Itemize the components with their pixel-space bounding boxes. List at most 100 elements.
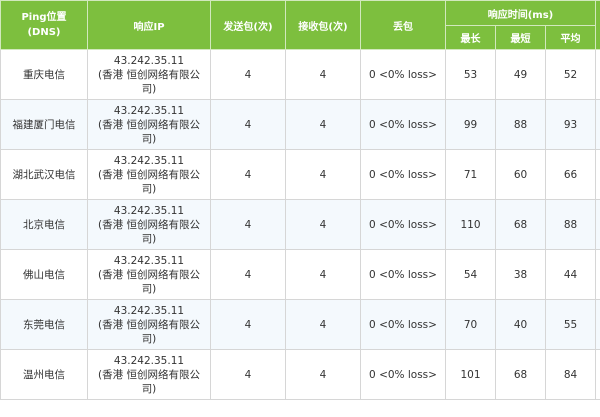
- table-row: 福建厦门电信 43.242.35.11 (香港 恒创网络有限公 司) 4 4 0…: [0, 99, 600, 150]
- cell-ip: 43.242.35.11 (香港 恒创网络有限公 司): [87, 249, 211, 300]
- cell-loss: 0 <0% loss>: [360, 249, 446, 300]
- ip-owner-line2: 司): [141, 182, 157, 195]
- ping-results-table: Ping位置 (DNS) 响应IP 发送包(次) 接收包(次) 丢包 响应时间(…: [0, 0, 600, 400]
- table-row: 北京电信 43.242.35.11 (香港 恒创网络有限公 司) 4 4 0 <…: [0, 199, 600, 250]
- cell-sent: 4: [210, 199, 286, 250]
- ip-address: 43.242.35.11: [113, 104, 185, 117]
- cell-received: 4: [285, 199, 361, 250]
- cell-ip: 43.242.35.11 (香港 恒创网络有限公 司): [87, 299, 211, 350]
- table-row: 佛山电信 43.242.35.11 (香港 恒创网络有限公 司) 4 4 0 <…: [0, 249, 600, 300]
- cell-max: 54: [445, 249, 496, 300]
- cell-max: 70: [445, 299, 496, 350]
- cell-avg: 66: [545, 149, 596, 200]
- cell-ip: 43.242.35.11 (香港 恒创网络有限公 司): [87, 99, 211, 150]
- cell-loss: 0 <0% loss>: [360, 99, 446, 150]
- ip-owner-line2: 司): [141, 332, 157, 345]
- ip-address: 43.242.35.11: [113, 354, 185, 367]
- ip-address: 43.242.35.11: [113, 304, 185, 317]
- cell-ip: 43.242.35.11 (香港 恒创网络有限公 司): [87, 349, 211, 400]
- cell-received: 4: [285, 249, 361, 300]
- ip-owner-line1: (香港 恒创网络有限公: [98, 168, 200, 181]
- header-loss: 丢包: [360, 0, 446, 50]
- header-sent: 发送包(次): [210, 0, 286, 50]
- cell-location: 湖北武汉电信: [0, 149, 88, 200]
- cell-loss: 0 <0% loss>: [360, 349, 446, 400]
- table-row: 湖北武汉电信 43.242.35.11 (香港 恒创网络有限公 司) 4 4 0…: [0, 149, 600, 200]
- cell-ip: 43.242.35.11 (香港 恒创网络有限公 司): [87, 49, 211, 100]
- cell-max: 71: [445, 149, 496, 200]
- ip-owner-line1: (香港 恒创网络有限公: [98, 118, 200, 131]
- cell-avg: 88: [545, 199, 596, 250]
- cell-sent: 4: [210, 299, 286, 350]
- cell-min: 60: [495, 149, 546, 200]
- table-header: Ping位置 (DNS) 响应IP 发送包(次) 接收包(次) 丢包 响应时间(…: [0, 0, 600, 50]
- header-min: 最短: [495, 25, 546, 50]
- ip-address: 43.242.35.11: [113, 154, 185, 167]
- cell-max: 53: [445, 49, 496, 100]
- cell-extra: [595, 199, 600, 250]
- cell-avg: 84: [545, 349, 596, 400]
- table-row: 重庆电信 43.242.35.11 (香港 恒创网络有限公 司) 4 4 0 <…: [0, 49, 600, 100]
- cell-avg: 52: [545, 49, 596, 100]
- cell-extra: [595, 349, 600, 400]
- header-avg: 平均: [545, 25, 596, 50]
- ip-address: 43.242.35.11: [113, 54, 185, 67]
- header-location-line2: (DNS): [27, 27, 61, 38]
- cell-loss: 0 <0% loss>: [360, 49, 446, 100]
- table-body: 重庆电信 43.242.35.11 (香港 恒创网络有限公 司) 4 4 0 <…: [0, 49, 600, 400]
- header-ip: 响应IP: [87, 0, 211, 50]
- cell-loss: 0 <0% loss>: [360, 299, 446, 350]
- cell-ip: 43.242.35.11 (香港 恒创网络有限公 司): [87, 149, 211, 200]
- cell-location: 福建厦门电信: [0, 99, 88, 150]
- cell-min: 68: [495, 199, 546, 250]
- cell-avg: 44: [545, 249, 596, 300]
- cell-sent: 4: [210, 99, 286, 150]
- ip-address: 43.242.35.11: [113, 204, 185, 217]
- cell-location: 重庆电信: [0, 49, 88, 100]
- cell-extra: [595, 149, 600, 200]
- cell-location: 温州电信: [0, 349, 88, 400]
- cell-ip: 43.242.35.11 (香港 恒创网络有限公 司): [87, 199, 211, 250]
- cell-min: 88: [495, 99, 546, 150]
- cell-loss: 0 <0% loss>: [360, 199, 446, 250]
- ip-address: 43.242.35.11: [113, 254, 185, 267]
- cell-extra: [595, 299, 600, 350]
- ip-owner-line2: 司): [141, 282, 157, 295]
- header-location-line1: Ping位置: [21, 12, 67, 23]
- table-row: 东莞电信 43.242.35.11 (香港 恒创网络有限公 司) 4 4 0 <…: [0, 299, 600, 350]
- cell-received: 4: [285, 349, 361, 400]
- ip-owner-line2: 司): [141, 132, 157, 145]
- header-response-time: 响应时间(ms): [445, 0, 596, 26]
- cell-sent: 4: [210, 349, 286, 400]
- cell-min: 68: [495, 349, 546, 400]
- cell-received: 4: [285, 149, 361, 200]
- cell-received: 4: [285, 99, 361, 150]
- ip-owner-line1: (香港 恒创网络有限公: [98, 318, 200, 331]
- cell-min: 40: [495, 299, 546, 350]
- cell-max: 99: [445, 99, 496, 150]
- ip-owner-line2: 司): [141, 82, 157, 95]
- cell-sent: 4: [210, 149, 286, 200]
- cell-extra: [595, 249, 600, 300]
- cell-avg: 55: [545, 299, 596, 350]
- cell-avg: 93: [545, 99, 596, 150]
- ip-owner-line1: (香港 恒创网络有限公: [98, 68, 200, 81]
- header-max: 最长: [445, 25, 496, 50]
- ip-owner-line2: 司): [141, 232, 157, 245]
- cell-extra: [595, 99, 600, 150]
- cell-sent: 4: [210, 249, 286, 300]
- ip-owner-line1: (香港 恒创网络有限公: [98, 268, 200, 281]
- header-extra: [595, 0, 600, 50]
- cell-loss: 0 <0% loss>: [360, 149, 446, 200]
- cell-received: 4: [285, 299, 361, 350]
- ip-owner-line2: 司): [141, 382, 157, 395]
- cell-min: 38: [495, 249, 546, 300]
- cell-location: 东莞电信: [0, 299, 88, 350]
- header-received: 接收包(次): [285, 0, 361, 50]
- table-row: 温州电信 43.242.35.11 (香港 恒创网络有限公 司) 4 4 0 <…: [0, 349, 600, 400]
- cell-sent: 4: [210, 49, 286, 100]
- cell-extra: [595, 49, 600, 100]
- cell-location: 佛山电信: [0, 249, 88, 300]
- cell-max: 101: [445, 349, 496, 400]
- cell-max: 110: [445, 199, 496, 250]
